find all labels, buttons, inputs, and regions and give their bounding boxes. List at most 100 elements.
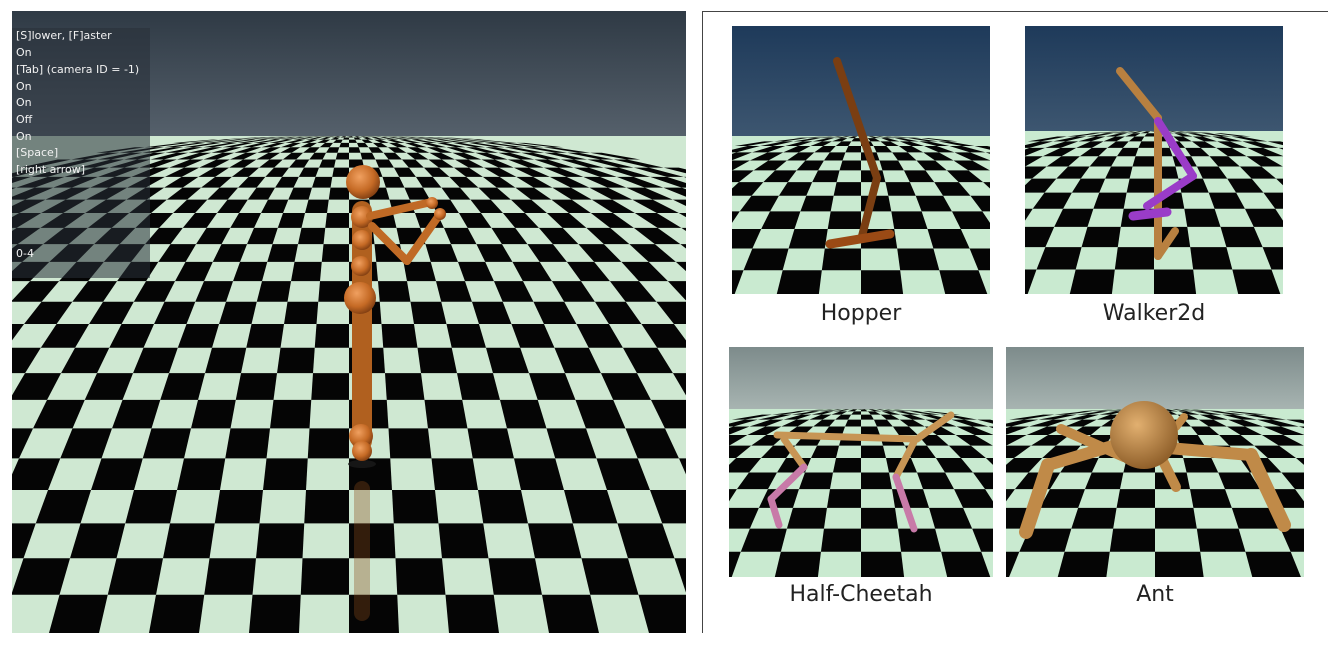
floor-tile bbox=[267, 244, 299, 262]
floor-tile bbox=[788, 228, 828, 249]
half-cheetah-caption: Half-Cheetah bbox=[789, 582, 933, 607]
floor-tile bbox=[891, 211, 928, 229]
floor-tile bbox=[256, 523, 305, 559]
overlay-line: [right arrow] bbox=[16, 163, 86, 176]
floor-tile bbox=[477, 490, 528, 524]
floor-tile bbox=[225, 428, 271, 459]
floor-tile bbox=[861, 551, 905, 577]
floor-tile bbox=[107, 558, 164, 595]
floor-tile bbox=[1109, 528, 1155, 552]
floor-tile bbox=[304, 490, 349, 524]
floor-tile bbox=[277, 347, 315, 374]
floor-tile bbox=[861, 426, 880, 436]
floor-tile bbox=[300, 558, 349, 595]
floor-tile bbox=[776, 270, 822, 294]
floor-tile bbox=[314, 324, 349, 348]
floor-tile bbox=[898, 528, 942, 552]
floor-tile bbox=[1114, 247, 1154, 270]
floor-tile bbox=[861, 445, 886, 459]
floor-tile bbox=[1069, 269, 1115, 294]
floor-tile bbox=[311, 373, 349, 400]
floor-tile bbox=[786, 507, 827, 529]
ant-thumbnail bbox=[1006, 347, 1304, 577]
floor-tile bbox=[513, 458, 564, 491]
floor-tile bbox=[125, 490, 178, 524]
floor-tile bbox=[467, 428, 514, 459]
floor-tile bbox=[1190, 489, 1232, 508]
floor-tile bbox=[1126, 178, 1154, 193]
floor-tile bbox=[328, 187, 349, 200]
overlay-line: [Space] bbox=[16, 146, 59, 159]
floor-tile bbox=[284, 301, 319, 325]
half-cheetah-thumbnail bbox=[729, 347, 993, 577]
floor-tile bbox=[305, 199, 329, 214]
floor-tile bbox=[833, 458, 861, 473]
floor-tile bbox=[381, 324, 418, 348]
floor-tile bbox=[235, 373, 278, 400]
floor-tile bbox=[388, 428, 432, 459]
floor-tile bbox=[1155, 551, 1204, 577]
overlay-line: [Tab] (camera ID = -1) bbox=[16, 63, 140, 76]
floor-tile bbox=[291, 261, 322, 282]
floor-tile bbox=[246, 324, 285, 348]
floor-tile bbox=[1057, 551, 1110, 577]
overlay-line: On bbox=[16, 46, 32, 59]
floor-tile bbox=[249, 594, 301, 633]
floor-tile bbox=[438, 523, 489, 559]
floor-tile bbox=[377, 281, 411, 302]
floor-tile bbox=[214, 490, 264, 524]
floor-tile bbox=[424, 399, 468, 429]
floor-tile bbox=[1132, 156, 1154, 167]
floor-tile bbox=[488, 558, 542, 595]
floor-tile bbox=[410, 301, 447, 325]
floor-tile bbox=[774, 551, 821, 577]
overlay-line: [S]lower, [F]aster bbox=[16, 29, 112, 42]
floor-tile bbox=[861, 472, 893, 490]
floor-tile bbox=[431, 458, 478, 491]
floor-tile bbox=[204, 558, 257, 595]
floor-tile bbox=[177, 458, 226, 491]
floor-tile bbox=[332, 167, 349, 177]
floor-tile bbox=[1116, 489, 1155, 508]
floor-tile bbox=[298, 227, 326, 245]
floor-tile bbox=[395, 558, 446, 595]
walker2d-caption: Walker2d bbox=[1102, 301, 1206, 326]
floor-tile bbox=[384, 373, 425, 400]
floor-tile bbox=[312, 176, 333, 188]
floor-tile bbox=[205, 347, 247, 374]
floor-tile bbox=[1155, 507, 1197, 529]
floor-tile bbox=[417, 347, 457, 374]
floor-tile bbox=[321, 244, 349, 262]
environment-gallery: Hopper Walker2d Half-Cheetah Ant bbox=[702, 11, 1328, 633]
walker2d-thumbnail bbox=[1025, 26, 1283, 294]
floor-tile bbox=[445, 594, 499, 633]
floor-tile bbox=[1071, 507, 1117, 529]
mujoco-viewer[interactable]: [S]lower, [F]aster On [Tab] (camera ID =… bbox=[12, 11, 686, 633]
floor-tile bbox=[861, 270, 904, 294]
overlay-line: On bbox=[16, 96, 32, 109]
floor-tile bbox=[826, 489, 861, 508]
floor-tile bbox=[827, 211, 861, 229]
floor-tile bbox=[349, 147, 361, 153]
floor-tile bbox=[149, 594, 205, 633]
frame-label: 0-4 bbox=[16, 247, 34, 260]
floor-tile bbox=[897, 248, 940, 271]
floor-tile bbox=[1196, 528, 1246, 552]
floor-tile bbox=[833, 182, 861, 196]
floor-tile bbox=[325, 213, 349, 228]
floor-tile bbox=[191, 399, 236, 429]
floor-tile bbox=[391, 490, 439, 524]
floor-tile bbox=[335, 152, 349, 160]
floor-tile bbox=[541, 594, 599, 633]
overlay-line: On bbox=[16, 80, 32, 93]
floor-tile bbox=[839, 160, 861, 171]
floor-tile bbox=[861, 507, 899, 529]
floor-tile bbox=[1081, 226, 1121, 248]
floor-tile bbox=[263, 458, 308, 491]
floor-tile bbox=[256, 281, 292, 302]
floor-tile bbox=[270, 399, 312, 429]
floor-tile bbox=[163, 523, 215, 559]
viewer-info-overlay: [S]lower, [F]aster On [Tab] (camera ID =… bbox=[12, 28, 150, 278]
floor-tile bbox=[403, 261, 436, 282]
floor-tile bbox=[820, 528, 861, 552]
